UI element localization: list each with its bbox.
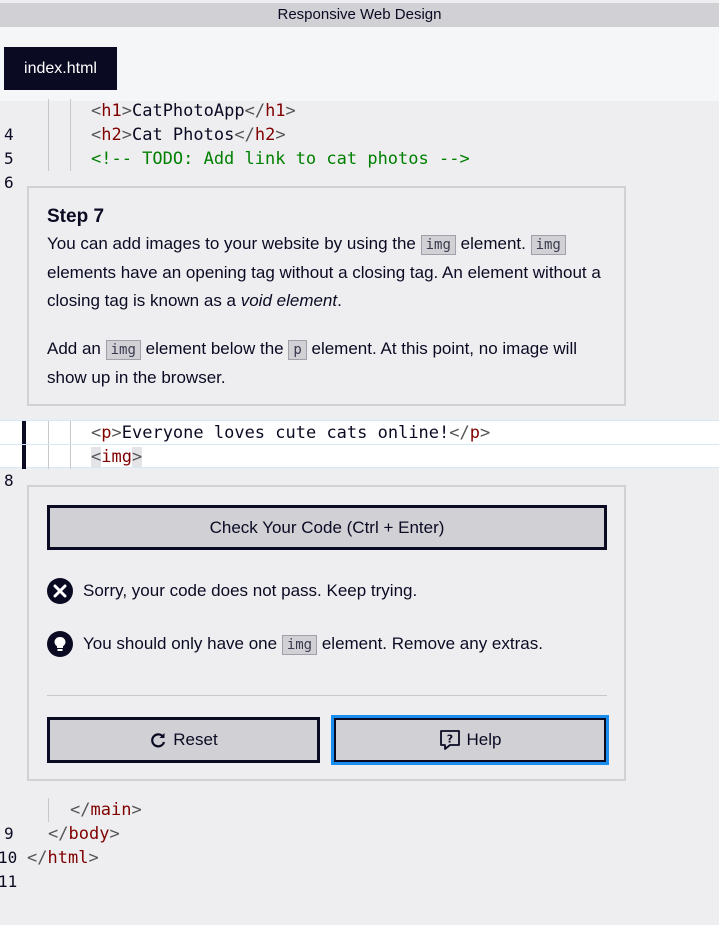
x-circle-icon — [47, 578, 73, 604]
divider — [47, 695, 607, 696]
svg-text:?: ? — [446, 733, 452, 746]
description-paragraph: Add an img element below the p element. … — [47, 339, 578, 387]
window-title-bar: Responsive Web Design — [0, 3, 719, 27]
inline-code: img — [105, 340, 141, 360]
code-text: </body> — [48, 824, 120, 844]
fail-text: Sorry, your code does not pass. Keep try… — [83, 581, 418, 600]
code-text: <img> — [91, 447, 143, 467]
code-comment: <!-- TODO: Add link to cat photos --> — [91, 149, 470, 169]
code-text: </html> — [27, 848, 99, 868]
code-line[interactable]: 5 <h2>Cat Photos</h2> — [0, 123, 719, 168]
inline-code: img — [281, 635, 318, 655]
tab-index-html[interactable]: index.html — [4, 47, 117, 90]
code-line[interactable]: 11 </html> — [0, 846, 719, 891]
hint-text: You should only have one img element. Re… — [83, 634, 543, 655]
reset-label: Reset — [173, 730, 218, 749]
editor-tabs: index.html — [0, 27, 719, 101]
code-text: <h1>CatPhotoApp</h1> — [91, 101, 296, 121]
description-paragraph: You can add images to your website by us… — [47, 234, 601, 310]
check-code-button[interactable]: Check Your Code (Ctrl + Enter) — [47, 505, 607, 550]
code-text: <p>Everyone loves cute cats online!</p> — [91, 423, 491, 443]
step-description: Step 7 You can add images to your websit… — [27, 186, 626, 406]
line-number: 8 — [4, 471, 14, 490]
code-line[interactable]: 6 <!-- TODO: Add link to cat photos --> — [0, 147, 719, 192]
course-title: Responsive Web Design — [277, 6, 442, 23]
help-icon: ? — [439, 729, 461, 751]
test-results-panel: Check Your Code (Ctrl + Enter) Sorry, yo… — [27, 485, 626, 781]
help-button[interactable]: ? Help — [331, 715, 609, 765]
reset-icon — [149, 731, 167, 749]
line-number: 6 — [4, 173, 14, 192]
inline-code: p — [288, 340, 307, 360]
code-line[interactable]: 9 </main> — [0, 798, 719, 843]
lightbulb-icon — [47, 631, 73, 657]
line-number: 11 — [0, 872, 18, 891]
code-line[interactable]: 10 </body> — [0, 822, 719, 867]
hint-message: You should only have one img element. Re… — [47, 631, 543, 657]
code-text: </main> — [70, 800, 142, 820]
code-line-editable[interactable]: 7 <p>Everyone loves cute cats online!</p… — [0, 420, 719, 466]
code-text: <h2>Cat Photos</h2> — [91, 125, 286, 145]
code-line[interactable]: 4 <h1>CatPhotoApp</h1> — [0, 99, 719, 144]
editable-region-marker — [22, 445, 26, 469]
inline-code: img — [530, 235, 566, 255]
code-line-editable[interactable]: 8 <img> — [0, 444, 719, 490]
editable-region-marker — [22, 421, 26, 445]
step-title: Step 7 — [47, 206, 105, 227]
help-label: Help — [466, 730, 502, 749]
fail-message: Sorry, your code does not pass. Keep try… — [47, 578, 417, 604]
reset-button[interactable]: Reset — [47, 717, 320, 763]
inline-code: img — [420, 235, 456, 255]
